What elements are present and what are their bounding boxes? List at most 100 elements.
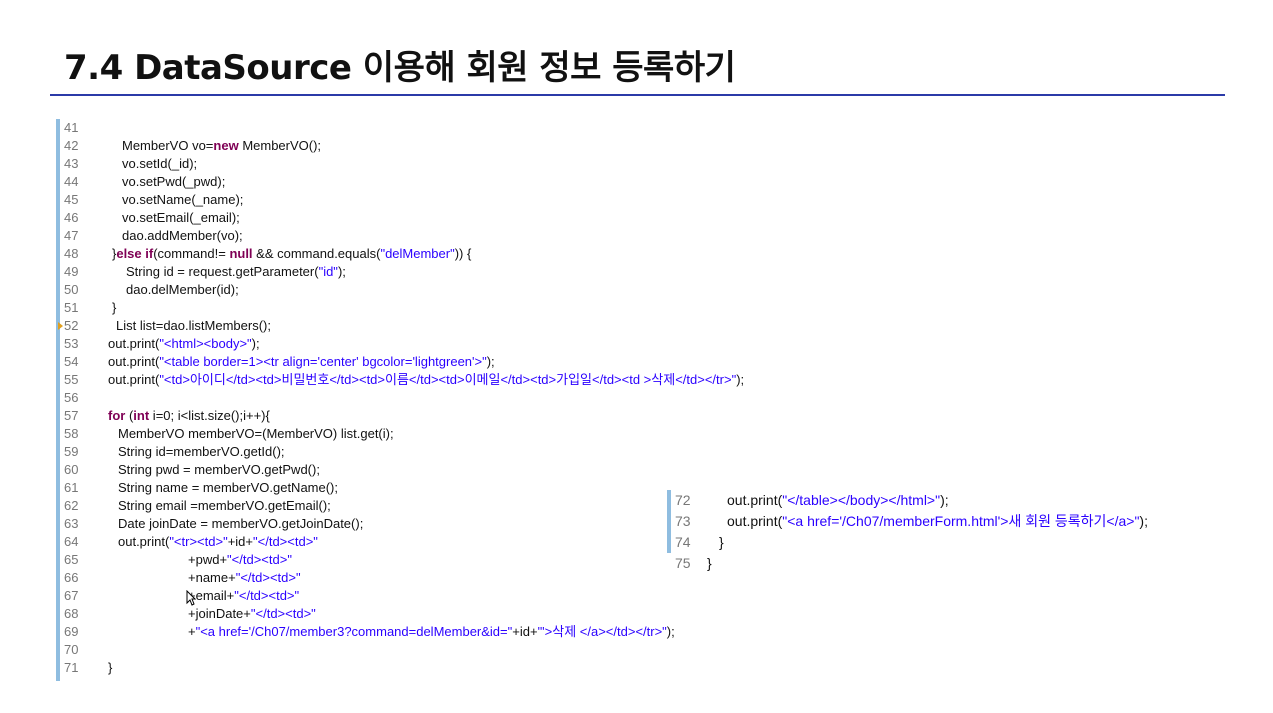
code-token: List list=dao.listMembers(); [116,318,271,333]
code-token: MemberVO(); [238,138,322,153]
code-line: 41 [56,119,876,137]
code-token: +joinDate+ [188,606,251,621]
code-string: "'>삭제 </a></td></tr>" [537,624,667,639]
code-text: out.print("<a href='/Ch07/memberForm.htm… [727,511,1148,532]
code-line: 57 for (int i=0; i<list.size();i++){ [56,407,876,425]
code-line: 56 [56,389,876,407]
code-text: for (int i=0; i<list.size();i++){ [108,407,270,425]
code-token: vo.setName(_name); [122,192,244,207]
page-title: 7.4 DataSource 이용해 회원 정보 등록하기 [64,48,736,88]
code-token: String id = request.getParameter( [126,264,319,279]
code-text: String id=memberVO.getId(); [118,443,285,461]
code-line: 72 out.print("</table></body></html>"); [667,490,1257,511]
code-listing-continued: 72 out.print("</table></body></html>"); 73… [667,490,1257,580]
code-text: List list=dao.listMembers(); [116,317,271,335]
code-text: String pwd = memberVO.getPwd(); [118,461,320,479]
line-number: 46 [64,210,79,225]
code-string: "<a href='/Ch07/member3?command=delMembe… [195,624,513,639]
line-number: 47 [64,228,79,243]
code-keyword: int [133,408,150,423]
code-keyword: for [108,408,126,423]
code-token: +id+ [512,624,538,639]
code-text: +pwd+"</td><td>" [188,551,292,569]
line-number: 43 [64,156,79,171]
title-underline [50,94,1225,96]
code-token: out.print( [108,336,160,351]
line-number: 74 [675,534,691,550]
code-token: +id+ [227,534,254,549]
line-number: 48 [64,246,79,261]
line-number: 45 [64,192,79,207]
line-number: 72 [675,492,691,508]
code-line: 69 +"<a href='/Ch07/member3?command=delMe… [56,623,876,641]
code-text: out.print("<td>아이디</td><td>비밀번호</td><td>… [108,371,744,389]
code-text: out.print("<html><body>"); [108,335,260,353]
code-text: String name = memberVO.getName(); [118,479,338,497]
code-text: +joinDate+"</td><td>" [188,605,316,623]
line-number: 52 [64,318,79,333]
code-token: + [188,624,196,639]
code-token: (command!= [153,246,230,261]
line-number: 71 [64,660,79,675]
code-token: dao.addMember(vo); [122,228,243,243]
line-number: 50 [64,282,79,297]
code-text: } [112,299,116,317]
code-line: 42 MemberVO vo=new MemberVO(); [56,137,876,155]
line-number: 57 [64,408,79,423]
code-text: }else if(command!= null && command.equal… [112,245,471,263]
code-text: dao.addMember(vo); [122,227,243,245]
code-text: out.print("</table></body></html>"); [727,490,949,511]
line-number: 53 [64,336,79,351]
line-number: 51 [64,300,79,315]
code-string: "<td>아이디</td><td>비밀번호</td><td>이름</td><td… [159,372,737,387]
line-number: 61 [64,480,79,495]
code-text: Date joinDate = memberVO.getJoinDate(); [118,515,363,533]
code-token: } [112,300,117,315]
line-number: 60 [64,462,79,477]
code-text: String email =memberVO.getEmail(); [118,497,331,515]
code-string: "</td><td>" [250,606,316,621]
code-text: } [719,532,724,553]
warning-marker-icon [58,322,63,330]
code-token: ); [486,354,495,369]
line-number: 73 [675,513,691,529]
code-string: "<html><body>" [159,336,252,351]
line-number: 70 [64,642,79,657]
code-string: "</table></body></html>" [782,492,941,508]
code-token: vo.setId(_id); [122,156,198,171]
code-line: 68 +joinDate+"</td><td>" [56,605,876,623]
code-token: out.print( [108,354,160,369]
line-number: 68 [64,606,79,621]
code-line: 48 }else if(command!= null && command.equ… [56,245,876,263]
code-token: i=0; i<list.size();i++){ [149,408,270,423]
code-token: } [108,660,113,675]
code-line: 47 dao.addMember(vo); [56,227,876,245]
code-token: MemberVO memberVO=(MemberVO) list.get(i)… [118,426,394,441]
code-token: String id=memberVO.getId(); [118,444,285,459]
line-number: 65 [64,552,79,567]
code-line: 74} [667,532,1257,553]
code-token: String pwd = memberVO.getPwd(); [118,462,320,477]
code-line: 58 MemberVO memberVO=(MemberVO) list.get(… [56,425,876,443]
code-token: out.print( [727,513,783,529]
code-token: out.print( [727,492,783,508]
code-token: out.print( [118,534,170,549]
code-line: 54 out.print("<table border=1><tr align='… [56,353,876,371]
line-number: 69 [64,624,79,639]
code-keyword: null [229,246,253,261]
code-token: )) { [454,246,472,261]
code-text: MemberVO memberVO=(MemberVO) list.get(i)… [118,425,394,443]
code-token: String email =memberVO.getEmail(); [118,498,331,513]
code-text: +email+"</td><td>" [188,587,299,605]
line-number: 63 [64,516,79,531]
code-string: "</td><td>" [253,534,318,549]
code-token: +name+ [188,570,236,585]
code-token: vo.setPwd(_pwd); [122,174,226,189]
code-line: 45 vo.setName(_name); [56,191,876,209]
line-number: 58 [64,426,79,441]
code-string: "id" [318,264,338,279]
code-token: +pwd+ [188,552,228,567]
code-keyword: new [213,138,239,153]
code-token: } [707,555,712,571]
code-token: dao.delMember(id); [126,282,239,297]
